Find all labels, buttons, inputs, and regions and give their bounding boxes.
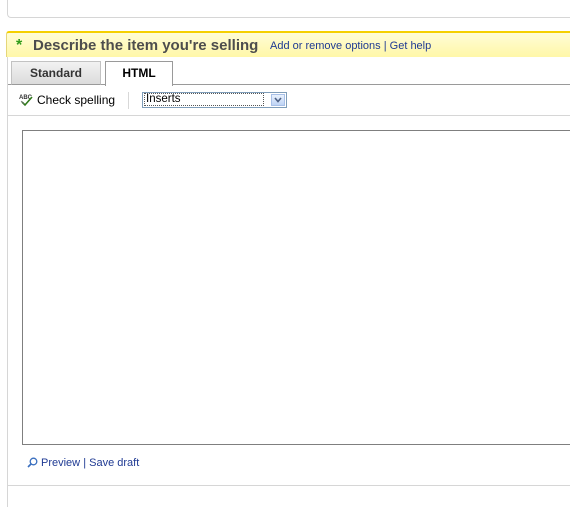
tab-active-gap xyxy=(106,84,172,85)
toolbar-divider xyxy=(128,92,129,109)
save-draft-link[interactable]: Save draft xyxy=(89,457,139,469)
section-bottom-border xyxy=(7,485,570,486)
magnifier-icon[interactable] xyxy=(27,457,38,471)
editor-tabs: Standard HTML xyxy=(7,57,570,87)
get-help-link[interactable]: Get help xyxy=(390,40,432,52)
section-title: Describe the item you're selling xyxy=(33,37,259,54)
editor-footer-links: Preview | Save draft xyxy=(27,457,139,471)
next-section-border xyxy=(7,485,8,507)
tab-standard[interactable]: Standard xyxy=(11,61,101,85)
inserts-select-value: Inserts xyxy=(144,93,264,106)
add-remove-options-link[interactable]: Add or remove options xyxy=(270,40,381,52)
chevron-down-icon[interactable] xyxy=(271,94,285,106)
section-links: Add or remove options | Get help xyxy=(270,40,431,52)
check-spelling-button[interactable]: Check spelling xyxy=(37,93,115,107)
section-header: * Describe the item you're selling Add o… xyxy=(6,31,570,57)
required-marker: * xyxy=(16,37,23,54)
preview-link[interactable]: Preview xyxy=(41,457,80,469)
editor-toolbar: ABC Check spelling Inserts xyxy=(7,86,570,115)
previous-section-panel xyxy=(7,0,570,18)
inserts-select[interactable]: Inserts xyxy=(142,92,287,108)
description-html-textarea[interactable] xyxy=(22,130,570,445)
abc-spellcheck-icon[interactable]: ABC xyxy=(19,93,35,107)
